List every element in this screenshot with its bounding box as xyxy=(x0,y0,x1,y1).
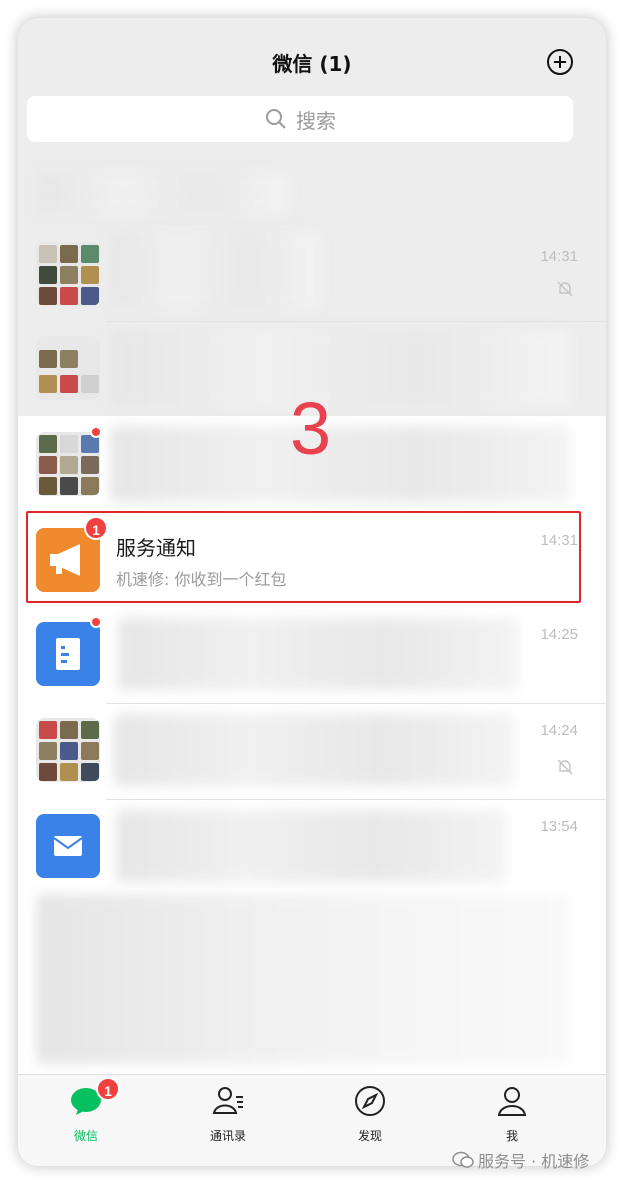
plus-circle-icon[interactable] xyxy=(546,48,574,76)
compass-icon xyxy=(355,1086,385,1116)
watermark: 服务号 · 机速修 xyxy=(452,1148,589,1172)
tab-label: 我 xyxy=(505,1129,518,1143)
highlight-frame xyxy=(26,511,581,603)
mute-bell-icon xyxy=(557,759,573,775)
search-placeholder: 搜索 xyxy=(296,108,336,133)
blurred-chat-title xyxy=(110,426,570,502)
document-icon xyxy=(56,638,80,670)
blurred-chat-title xyxy=(118,618,518,690)
person-icon xyxy=(497,1087,527,1116)
mail-avatar xyxy=(36,814,100,878)
unread-dot xyxy=(90,426,102,438)
page-title: 微信 (1) xyxy=(272,52,352,76)
blurred-chat-title xyxy=(116,810,506,882)
group-avatar xyxy=(36,718,100,782)
blurred-content xyxy=(38,173,288,213)
mail-icon xyxy=(53,836,83,856)
chat-row[interactable]: 14:25 xyxy=(18,608,606,704)
group-avatar xyxy=(36,432,100,496)
chat-row[interactable]: 14:31 xyxy=(18,226,606,322)
tab-unread-badge: 1 xyxy=(96,1077,120,1101)
blurred-chat-title xyxy=(110,232,320,308)
group-avatar xyxy=(36,242,100,306)
chat-time: 14:25 xyxy=(540,626,578,643)
blurred-content xyxy=(36,894,570,1064)
tab-label: 微信 xyxy=(73,1129,98,1143)
chat-time: 14:31 xyxy=(540,248,578,265)
tab-label: 通讯录 xyxy=(209,1129,246,1143)
tab-discover[interactable]: 发现 xyxy=(310,1083,430,1144)
group-avatar xyxy=(36,336,100,400)
contacts-icon xyxy=(212,1087,243,1114)
tab-contacts[interactable]: 通讯录 xyxy=(168,1083,288,1144)
tab-label: 发现 xyxy=(357,1129,382,1143)
tab-chats[interactable]: 1 微信 xyxy=(26,1077,146,1144)
search-icon xyxy=(266,109,286,129)
watermark-text: 服务号 · 机速修 xyxy=(478,1152,590,1171)
mute-bell-icon xyxy=(557,281,573,297)
chat-time: 14:24 xyxy=(540,722,578,739)
blurred-chat-area xyxy=(18,888,606,1074)
unread-dot xyxy=(90,616,102,628)
blurred-chat-title xyxy=(114,714,514,786)
tab-me[interactable]: 我 xyxy=(452,1083,572,1144)
wechat-logo-icon xyxy=(452,1151,474,1168)
chat-row[interactable]: 14:24 xyxy=(18,704,606,800)
chat-row[interactable]: 13:54 xyxy=(18,800,606,896)
nav-header: 微信 (1) xyxy=(18,18,606,98)
phone-screen: 微信 (1) 搜索 14:31 1 服务通知 机速修: 你收到一个红包 14:3… xyxy=(18,18,606,1166)
step-number-overlay: 3 xyxy=(290,387,332,470)
document-avatar xyxy=(36,622,100,686)
chat-time: 13:54 xyxy=(540,818,578,835)
search-bar[interactable]: 搜索 xyxy=(27,96,573,142)
blurred-chat-title xyxy=(110,330,570,406)
